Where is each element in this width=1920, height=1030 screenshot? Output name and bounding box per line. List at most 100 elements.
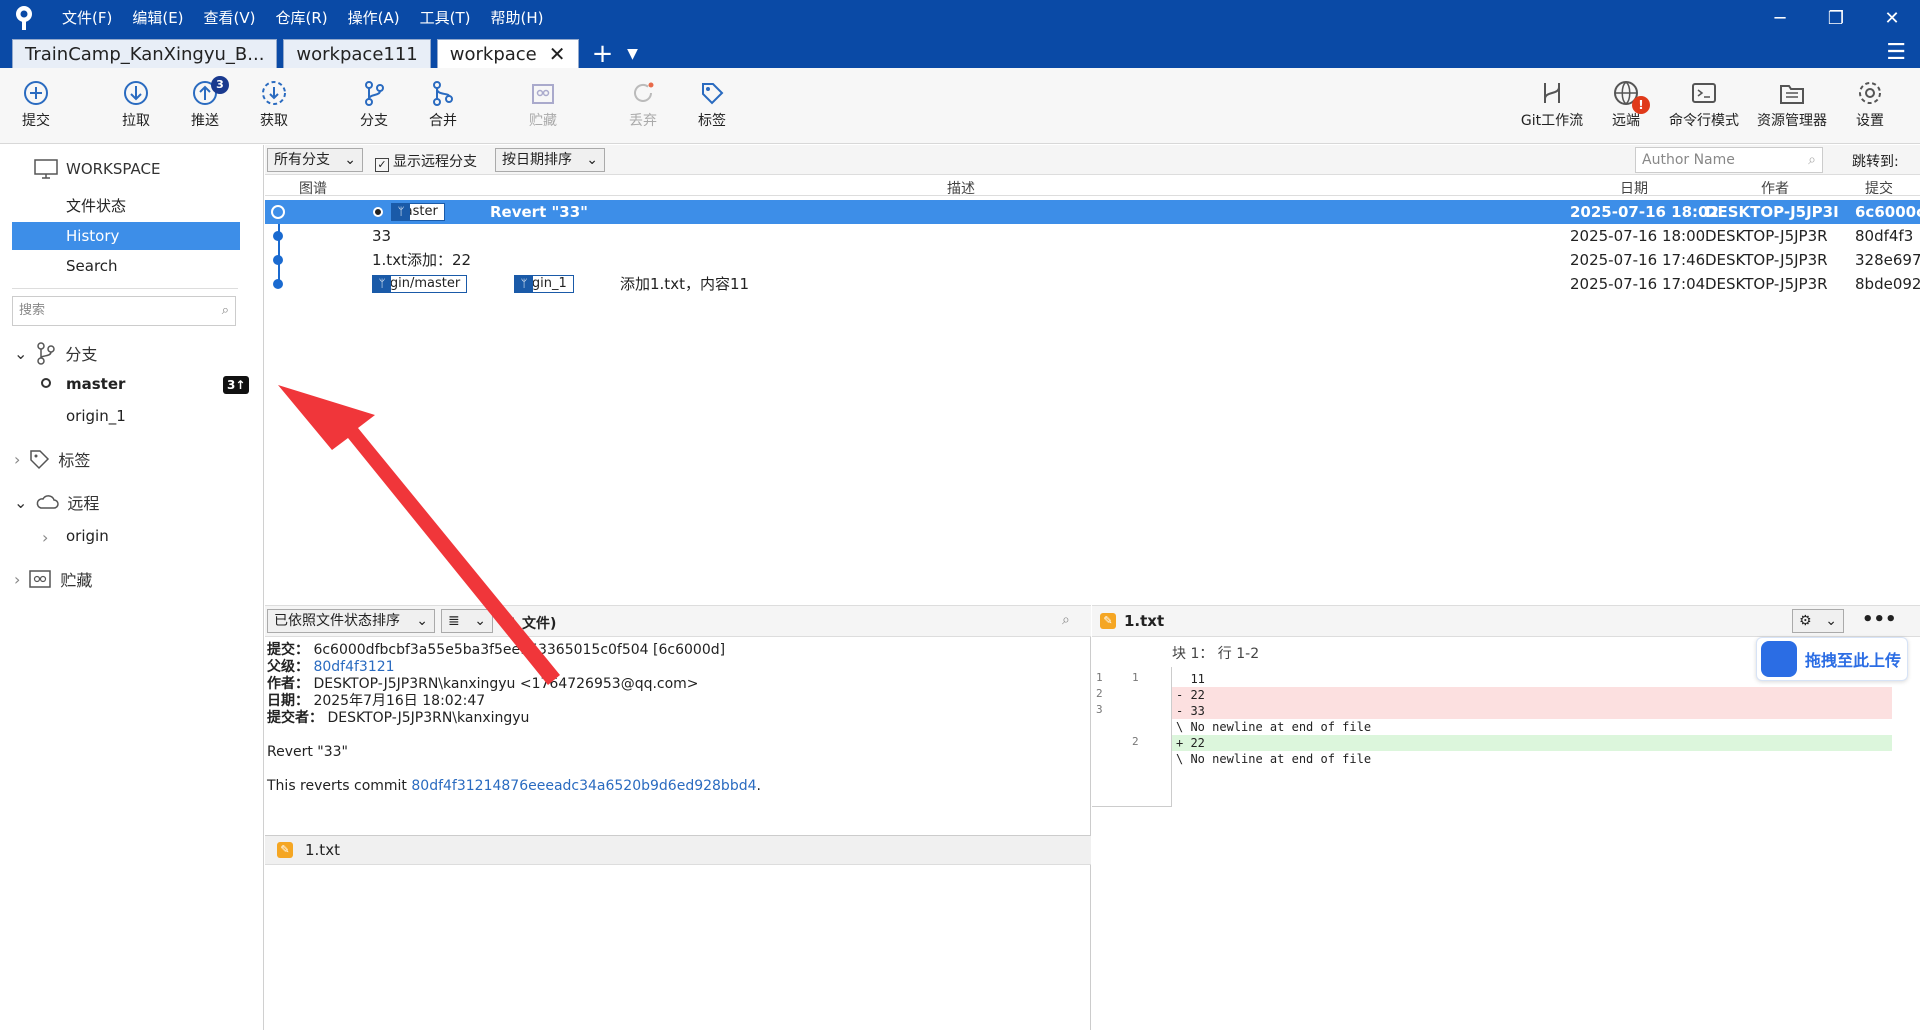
menu-actions[interactable]: 操作(A) (338, 0, 410, 36)
commit-row[interactable]: 33 2025-07-16 18:00 DESKTOP-J5JP3R 80df4… (265, 224, 1920, 248)
divider (12, 288, 238, 289)
modified-file-icon: ✎ (1100, 613, 1116, 629)
col-date[interactable]: 日期 (1620, 178, 1648, 198)
add-tab-icon[interactable]: + (585, 40, 621, 68)
menu-view[interactable]: 查看(V) (194, 0, 266, 36)
menu-help[interactable]: 帮助(H) (480, 0, 553, 36)
tab-workpace111[interactable]: workpace111 (283, 39, 431, 68)
tab-workpace[interactable]: workpace ✕ (436, 39, 579, 68)
monitor-icon (34, 159, 58, 179)
sidebar-search-input[interactable]: 搜索 ⌕ (12, 296, 236, 326)
discard-button[interactable]: 丢弃 (611, 76, 675, 130)
sidebar-item-search[interactable]: Search (12, 252, 240, 280)
close-window-button[interactable]: ✕ (1864, 0, 1920, 36)
branch-icon: ᛘ (515, 276, 533, 292)
merge-button[interactable]: 合并 (411, 76, 475, 130)
jump-to-label: 跳转到: (1852, 154, 1899, 170)
col-author[interactable]: 作者 (1761, 178, 1789, 198)
menu-edit[interactable]: 编辑(E) (122, 0, 193, 36)
search-icon: ⌕ (1808, 152, 1816, 168)
main-toolbar: 提交 拉取 3 推送 获取 分支 合并 贮藏 丢弃 标签 Git工作流 ! 远端 (0, 68, 1920, 144)
remote-button[interactable]: ! 远端 (1594, 76, 1658, 130)
commit-row[interactable]: ᛘ master Revert "33" 2025-07-16 18:02 DES… (265, 200, 1920, 224)
menu-repository[interactable]: 仓库(R) (266, 0, 338, 36)
show-remote-checkbox[interactable]: ✓ 显示远程分支 (375, 151, 477, 172)
committer-value: DESKTOP-J5JP3RN\kanxingyu (327, 710, 530, 726)
stash-button[interactable]: 贮藏 (511, 76, 575, 130)
commit-row[interactable]: 1.txt添加：22 2025-07-16 17:46 DESKTOP-J5JP… (265, 248, 1920, 272)
tab-dropdown-icon[interactable]: ▼ (621, 40, 645, 68)
diff-context-line: \ No newline at end of file (1176, 752, 1372, 766)
chevron-down-icon: ⌄ (14, 492, 28, 512)
branch-icon (342, 76, 406, 110)
close-tab-icon[interactable]: ✕ (549, 42, 566, 66)
diff-options-select[interactable]: ⚙ ⌄ (1792, 609, 1844, 633)
author-name-input[interactable]: Author Name ⌕ (1635, 147, 1823, 173)
minimize-button[interactable]: ─ (1752, 0, 1808, 36)
col-commit[interactable]: 提交 (1865, 178, 1893, 198)
remotes-section[interactable]: ⌄ 远程 (14, 490, 99, 514)
ref-tag-origin1[interactable]: ᛘ origin_1 (514, 275, 574, 293)
search-icon: ⌕ (221, 303, 229, 318)
diff-file-name: 1.txt (1124, 612, 1165, 630)
reverted-commit-link[interactable]: 80df4f31214876eeeadc34a6520b9d6ed928bbd4 (411, 778, 756, 794)
workspace-header: WORKSPACE (34, 159, 160, 179)
chevron-down-icon: ⌄ (14, 343, 28, 363)
merge-icon (411, 76, 475, 110)
more-options-icon[interactable]: ••• (1862, 609, 1897, 630)
sidebar-branch-origin1[interactable]: origin_1 (66, 407, 126, 425)
pull-button[interactable]: 拉取 (104, 76, 168, 130)
ref-tag-origin-master[interactable]: ᛘ origin/master (372, 275, 468, 293)
history-column-header: 图谱 描述 日期 作者 提交 (265, 176, 1920, 198)
menu-file[interactable]: 文件(F) (52, 0, 122, 36)
graph-node (273, 255, 283, 265)
tab-traincamp[interactable]: TrainCamp_KanXingyu_B... (12, 39, 278, 68)
date-value: 2025年7月16日 18:02:47 (313, 693, 486, 709)
hamburger-menu-icon[interactable]: ☰ (1886, 40, 1906, 65)
search-icon[interactable]: ⌕ (1062, 612, 1070, 628)
restore-button[interactable]: ❐ (1808, 0, 1864, 36)
tag-icon (680, 76, 744, 110)
stashes-section[interactable]: › 贮藏 (14, 567, 92, 591)
commit-button[interactable]: 提交 (4, 76, 68, 130)
commit-row[interactable]: ᛘ origin/master ᛘ origin_1 添加1.txt，内容11 20… (265, 272, 1920, 296)
diff-removed-line: - 22 (1172, 687, 1892, 703)
ref-tag-master[interactable]: ᛘ master (391, 203, 445, 221)
stash-icon (29, 570, 52, 588)
title-bar: 文件(F) 编辑(E) 查看(V) 仓库(R) 操作(A) 工具(T) 帮助(H… (0, 0, 1920, 36)
gitflow-button[interactable]: Git工作流 (1512, 76, 1592, 130)
branch-icon (37, 342, 56, 365)
sidebar-branch-master[interactable]: master (66, 375, 125, 393)
commit-icon (4, 76, 68, 110)
commit-description: 添加1.txt，内容11 (620, 275, 750, 293)
push-button[interactable]: 3 推送 (173, 76, 237, 130)
sidebar-item-file-status[interactable]: 文件状态 (12, 192, 240, 220)
branch-filter-select[interactable]: 所有分支 ⌄ (267, 148, 363, 172)
fetch-button[interactable]: 获取 (242, 76, 306, 130)
cloud-icon (37, 495, 60, 509)
graph-node-current (271, 205, 285, 219)
col-description[interactable]: 描述 (947, 178, 975, 198)
tag-button[interactable]: 标签 (680, 76, 744, 130)
branch-icon: ᛘ (373, 276, 391, 292)
branches-section[interactable]: ⌄ 分支 (14, 341, 97, 365)
sidebar-item-history[interactable]: History (12, 222, 240, 250)
col-graph[interactable]: 图谱 (299, 178, 327, 198)
drag-upload-button[interactable]: 拖拽至此上传 (1756, 637, 1908, 681)
chevron-right-icon: › (42, 528, 49, 547)
sort-order-select[interactable]: 按日期排序 ⌄ (495, 148, 605, 172)
commit-author: DESKTOP-J5JP3R (1705, 227, 1828, 245)
commit-hash: 80df4f3 (1855, 227, 1914, 245)
branch-button[interactable]: 分支 (342, 76, 406, 130)
changed-file-item[interactable]: ✎ 1.txt (265, 835, 1091, 865)
sidebar-remote-origin[interactable]: origin (66, 527, 109, 545)
explorer-button[interactable]: 资源管理器 (1750, 76, 1834, 130)
terminal-button[interactable]: 命令行模式 (1664, 76, 1744, 130)
diff-context-line: \ No newline at end of file (1176, 720, 1372, 734)
menu-tools[interactable]: 工具(T) (410, 0, 481, 36)
settings-button[interactable]: 设置 (1838, 76, 1902, 130)
tags-section[interactable]: › 标签 (14, 447, 90, 471)
chevron-right-icon: › (14, 449, 21, 469)
chevron-down-icon: ⌄ (1825, 613, 1837, 629)
repo-tab-bar: TrainCamp_KanXingyu_B... workpace111 wor… (0, 36, 1920, 68)
